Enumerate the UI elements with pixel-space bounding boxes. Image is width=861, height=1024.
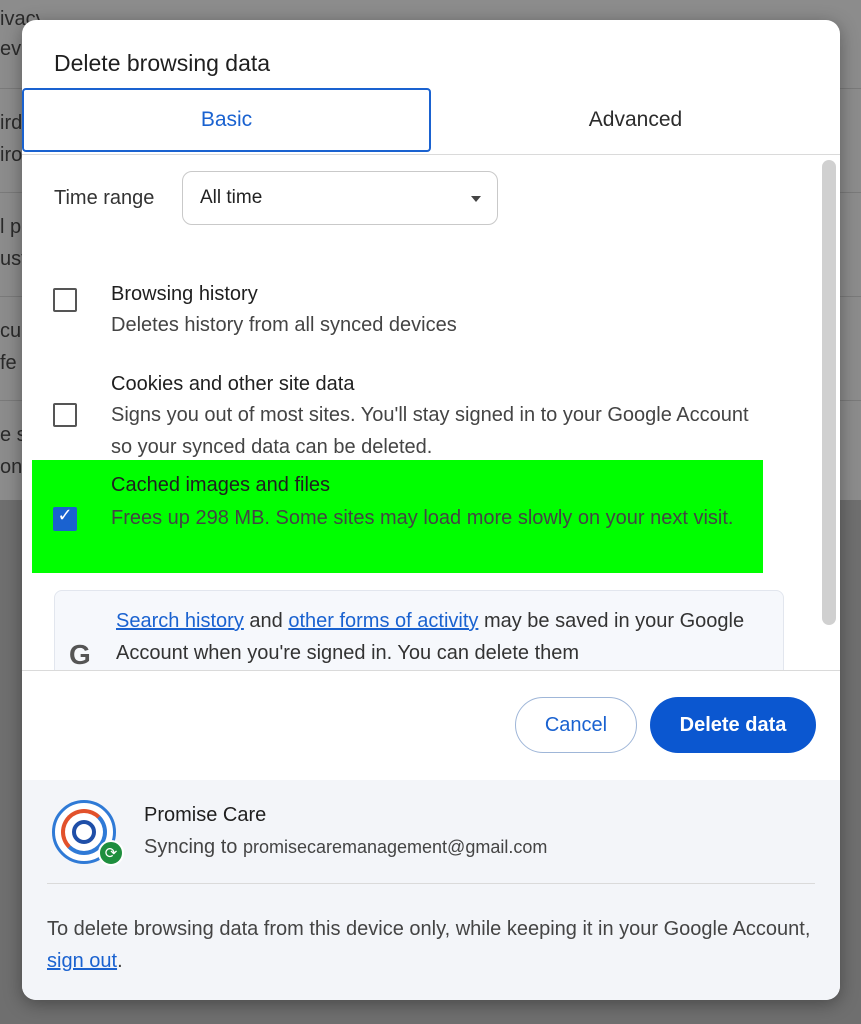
chevron-down-icon [471,196,481,202]
option-browsing-history[interactable]: Browsing history Deletes history from al… [22,265,818,345]
dialog-title: Delete browsing data [54,50,271,76]
avatar-logo-ring [72,820,96,844]
option-title: Browsing history [111,283,258,305]
cancel-button[interactable]: Cancel [515,697,637,753]
option-title: Cached images and files [111,474,331,496]
tab-basic[interactable]: Basic [22,88,431,152]
account-email: promisecaremanagement@gmail.com [242,837,548,857]
account-name: Promise Care [144,804,267,826]
footer-note-suffix: . [117,950,123,972]
option-cookies[interactable]: Cookies and other site data Signs you ou… [22,355,818,458]
tab-advanced[interactable]: Advanced [431,88,840,152]
checkbox-browsing-history[interactable] [53,288,77,312]
checkbox-cookies[interactable] [53,403,77,427]
sync-status: Syncing to promisecaremanagement@gmail.c… [144,836,547,859]
option-cached-images[interactable]: ✓ Cached images and files Frees up 298 M… [22,460,818,573]
checkmark-icon: ✓ [57,505,73,525]
footer-divider [47,883,815,884]
footer-note-text: To delete browsing data from this device… [47,918,811,940]
time-range-select[interactable]: All time [182,171,498,225]
option-description: Frees up 298 MB. Some sites may load mor… [111,507,734,529]
time-range-label: Time range [54,187,155,209]
option-description: Signs you out of most sites. You'll stay… [111,404,749,458]
search-history-link[interactable]: Search history [116,610,244,632]
time-range-value: All time [200,187,263,208]
scrollbar-thumb[interactable] [822,160,836,625]
google-icon: G [69,639,91,670]
sync-icon: ⟳ [98,840,124,866]
google-activity-info: G Search history and other forms of acti… [54,590,784,670]
info-text: Search history and other forms of activi… [116,605,766,669]
tab-bar: Basic Advanced [22,88,840,155]
dialog-content: Time range All time Browsing history Del… [22,155,818,670]
account-footer: ⟳ Promise Care Syncing to promisecareman… [22,780,840,1000]
delete-browsing-data-dialog: Delete browsing data Basic Advanced Time… [22,20,840,1000]
footer-note: To delete browsing data from this device… [47,913,817,977]
content-divider [22,670,840,671]
other-activity-link[interactable]: other forms of activity [288,610,478,632]
checkbox-cached-images[interactable]: ✓ [53,505,77,531]
delete-data-button[interactable]: Delete data [650,697,816,753]
sign-out-link[interactable]: sign out [47,950,117,972]
sync-prefix: Syncing to [144,836,243,858]
option-title: Cookies and other site data [111,373,355,395]
info-text-part: and [243,610,289,632]
option-description: Deletes history from all synced devices [111,314,457,336]
